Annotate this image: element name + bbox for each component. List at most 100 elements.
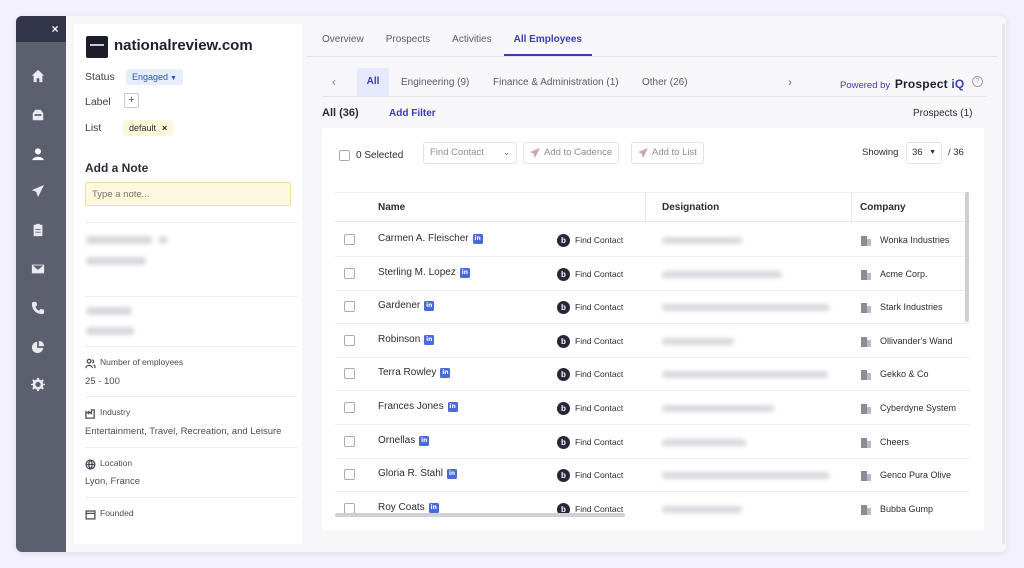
column-header-company[interactable]: Company <box>860 202 906 213</box>
tab-overview[interactable]: Overview <box>322 30 364 56</box>
table-row[interactable]: Terra Rowley in b Find Contact Gekko & Co <box>335 357 970 392</box>
mail-icon[interactable] <box>31 262 45 276</box>
employee-name[interactable]: Terra Rowley in <box>378 367 451 379</box>
find-contact-icon[interactable]: b <box>557 334 570 348</box>
find-contact-icon[interactable]: b <box>557 267 570 281</box>
add-filter-link[interactable]: Add Filter <box>389 108 436 119</box>
row-checkbox[interactable] <box>344 234 355 245</box>
close-icon[interactable]: × <box>46 20 64 38</box>
remove-tag-icon[interactable]: × <box>162 123 167 133</box>
column-header-name[interactable]: Name <box>378 202 405 213</box>
find-contact-link[interactable]: Find Contact <box>575 437 623 447</box>
linkedin-icon[interactable]: in <box>459 267 470 278</box>
linkedin-icon[interactable]: in <box>424 301 435 312</box>
column-separator[interactable] <box>645 193 646 223</box>
chevron-left-icon[interactable]: ‹ <box>332 75 336 89</box>
add-to-list-button[interactable]: Add to List <box>631 142 704 164</box>
row-checkbox[interactable] <box>344 469 355 481</box>
tab-all-employees[interactable]: All Employees <box>503 30 592 56</box>
find-contact-icon[interactable]: b <box>557 234 570 247</box>
employees-label: Number of employees <box>100 357 184 367</box>
department-filter-bar: ‹ All Engineering (9) Finance & Administ… <box>322 68 986 98</box>
row-checkbox[interactable] <box>344 368 355 380</box>
clipboard-icon[interactable] <box>31 223 45 237</box>
column-separator[interactable] <box>851 193 852 223</box>
row-checkbox[interactable] <box>344 402 355 413</box>
page-scrollbar[interactable] <box>1002 24 1005 544</box>
page-size-select[interactable]: 36 ▼ <box>906 142 942 164</box>
table-row[interactable]: Sterling M. Lopez in b Find Contact Acme Cor… <box>335 257 970 291</box>
linkedin-icon[interactable]: in <box>447 469 458 480</box>
employee-name-text: Robinson <box>378 333 421 345</box>
vertical-scrollbar[interactable] <box>965 192 969 322</box>
find-contact-link[interactable]: Find Contact <box>575 470 623 480</box>
employee-name[interactable]: Frances Jones in <box>378 401 458 412</box>
find-contact-icon[interactable]: b <box>557 469 570 483</box>
employee-name[interactable]: Gardener in <box>378 300 435 312</box>
row-checkbox[interactable] <box>344 435 355 447</box>
founded-label: Founded <box>100 508 134 518</box>
linkedin-icon[interactable]: in <box>440 368 451 379</box>
divider <box>85 396 297 397</box>
horizontal-scrollbar[interactable] <box>335 513 625 517</box>
chevron-right-icon[interactable]: › <box>788 75 792 89</box>
status-dropdown[interactable]: Engaged ▼ <box>126 69 183 85</box>
employee-name[interactable]: Roy Coats in <box>378 502 439 513</box>
list-tag-text: default <box>129 123 157 133</box>
inbox-icon[interactable] <box>31 108 45 122</box>
company-name-cell: Acme Corp. <box>880 268 928 279</box>
linkedin-icon[interactable]: in <box>472 234 483 244</box>
filter-engineering[interactable]: Engineering (9) <box>401 77 469 88</box>
employee-name[interactable]: Robinson in <box>378 333 435 345</box>
help-icon[interactable]: ? <box>972 76 983 87</box>
home-icon[interactable] <box>31 69 45 83</box>
row-checkbox[interactable] <box>344 301 355 313</box>
filter-all[interactable]: All <box>357 68 389 96</box>
add-label-button[interactable]: + <box>124 93 139 108</box>
phone-icon[interactable] <box>31 301 45 315</box>
tab-prospects[interactable]: Prospects <box>386 30 430 56</box>
find-contact-dropdown[interactable]: Find Contact ⌄ <box>423 142 517 164</box>
company-name-cell: Wonka Industries <box>880 235 950 245</box>
find-contact-link[interactable]: Find Contact <box>575 369 623 379</box>
select-all-checkbox[interactable] <box>339 150 350 161</box>
find-contact-link[interactable]: Find Contact <box>575 269 623 279</box>
find-contact-link[interactable]: Find Contact <box>575 403 623 413</box>
employee-name[interactable]: Ornellas in <box>378 434 430 446</box>
pie-chart-icon[interactable] <box>31 340 45 354</box>
linkedin-icon[interactable]: in <box>447 402 458 412</box>
find-contact-link[interactable]: Find Contact <box>575 336 623 346</box>
table-row[interactable]: Carmen A. Fleischer in b Find Contact Wonka … <box>335 223 970 257</box>
column-header-designation[interactable]: Designation <box>662 202 719 213</box>
filter-other[interactable]: Other (26) <box>642 77 688 88</box>
find-contact-icon[interactable]: b <box>557 301 570 315</box>
tab-activities[interactable]: Activities <box>452 30 491 56</box>
employee-name[interactable]: Gloria R. Stahl in <box>378 468 458 480</box>
settings-icon[interactable] <box>31 377 45 391</box>
find-contact-icon[interactable]: b <box>557 368 570 382</box>
table-row[interactable]: Robinson in b Find Contact Ollivander's Wand <box>335 324 970 358</box>
send-icon[interactable] <box>31 184 45 198</box>
employee-name-text: Ornellas <box>378 434 416 446</box>
linkedin-icon[interactable]: in <box>428 502 439 513</box>
find-contact-icon[interactable]: b <box>557 402 570 415</box>
table-row[interactable]: Ornellas in b Find Contact Cheers <box>335 425 970 459</box>
find-contact-link[interactable]: Find Contact <box>575 235 623 245</box>
note-input[interactable] <box>85 182 291 206</box>
filter-finance[interactable]: Finance & Administration (1) <box>493 77 619 88</box>
find-contact-link[interactable]: Find Contact <box>575 302 623 312</box>
redacted-text <box>86 327 134 335</box>
row-checkbox[interactable] <box>344 334 355 346</box>
table-row[interactable]: Frances Jones in b Find Contact Cyberdyne Sy… <box>335 391 970 425</box>
find-contact-icon[interactable]: b <box>557 435 570 449</box>
employee-name[interactable]: Sterling M. Lopez in <box>378 267 470 278</box>
table-row[interactable]: Gloria R. Stahl in b Find Contact Genco Pura… <box>335 458 970 493</box>
user-icon[interactable] <box>31 147 45 161</box>
linkedin-icon[interactable]: in <box>419 435 430 446</box>
row-checkbox[interactable] <box>344 267 355 279</box>
add-to-cadence-button[interactable]: Add to Cadence <box>523 142 620 164</box>
employee-name[interactable]: Carmen A. Fleischer in <box>378 233 483 244</box>
main-content: Overview Prospects Activities All Employ… <box>306 16 998 552</box>
table-row[interactable]: Gardener in b Find Contact Stark Industries <box>335 290 970 325</box>
linkedin-icon[interactable]: in <box>424 334 435 345</box>
